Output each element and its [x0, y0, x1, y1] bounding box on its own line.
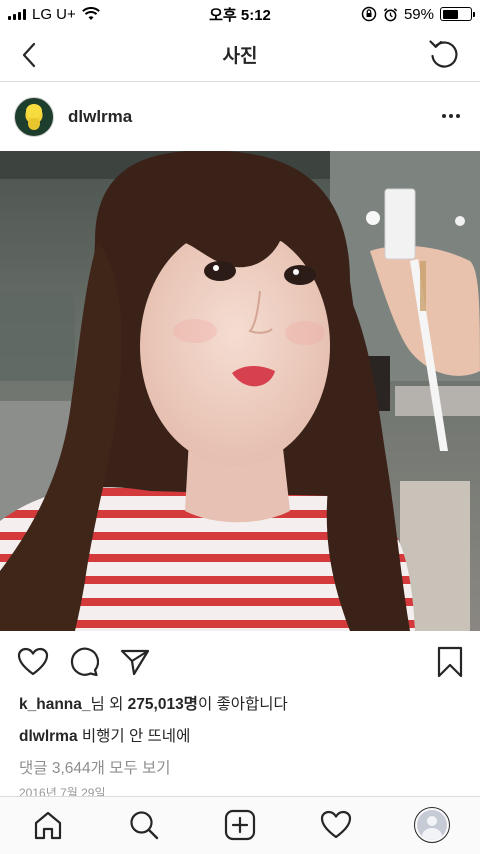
view-all-comments-link[interactable]: 댓글 3,644개 모두 보기 [19, 756, 171, 778]
home-icon [34, 811, 62, 840]
heart-icon [17, 647, 49, 676]
caption: dlwlrma 비행기 안 뜨네에 [19, 724, 190, 746]
battery-icon [440, 7, 475, 21]
likes-middle: 님 외 [90, 696, 128, 713]
nav-bar: 사진 [0, 28, 480, 82]
share-button[interactable] [119, 646, 151, 678]
tab-activity[interactable] [318, 807, 354, 843]
chevron-left-icon [22, 42, 36, 68]
like-button[interactable] [17, 646, 49, 678]
more-horizontal-icon [442, 114, 446, 118]
tab-search[interactable] [126, 807, 162, 843]
post-photo[interactable] [0, 151, 480, 631]
status-bar: LG U+ 오후 5:12 59% [0, 0, 480, 28]
carrier-label: LG U+ [32, 5, 76, 23]
comment-button[interactable] [68, 646, 100, 678]
action-bar [0, 640, 480, 684]
tab-home[interactable] [30, 807, 66, 843]
battery-percent: 59% [403, 5, 434, 23]
bookmark-button[interactable] [434, 646, 466, 678]
page-title: 사진 [222, 46, 258, 67]
likes-suffix: 이 좋아합니다 [197, 696, 288, 713]
wifi-icon [81, 7, 100, 20]
more-options-button[interactable] [436, 104, 466, 128]
status-left: LG U+ [8, 6, 100, 23]
tab-add-post[interactable] [222, 807, 258, 843]
status-right: 59% [361, 5, 475, 23]
activity-heart-icon [320, 810, 352, 839]
likes-count[interactable]: 275,013명 [128, 696, 198, 713]
avatar[interactable] [14, 96, 54, 137]
comment-icon [70, 647, 99, 677]
tab-profile[interactable] [414, 807, 450, 843]
search-icon [130, 811, 159, 840]
post-username[interactable]: dlwlrma [68, 107, 132, 127]
post-header: dlwlrma [0, 82, 480, 151]
caption-text: 비행기 안 뜨네에 [81, 728, 191, 745]
battery-level [442, 9, 459, 19]
bookmark-icon [437, 646, 463, 678]
tab-bar [0, 796, 480, 854]
likes-summary[interactable]: k_hanna_님 외 275,013명이 좋아합니다 [19, 692, 288, 714]
back-button[interactable] [12, 38, 46, 72]
refresh-icon [429, 40, 458, 68]
rotation-lock-icon [361, 6, 377, 22]
share-icon [120, 649, 150, 676]
likes-user[interactable]: k_hanna_ [19, 696, 91, 713]
alarm-icon [383, 7, 398, 21]
caption-username[interactable]: dlwlrma [19, 728, 78, 745]
refresh-button[interactable] [426, 36, 462, 72]
signal-icon [8, 8, 26, 20]
add-post-icon [224, 809, 256, 841]
photo-illustration [0, 151, 480, 631]
profile-avatar [417, 810, 447, 840]
